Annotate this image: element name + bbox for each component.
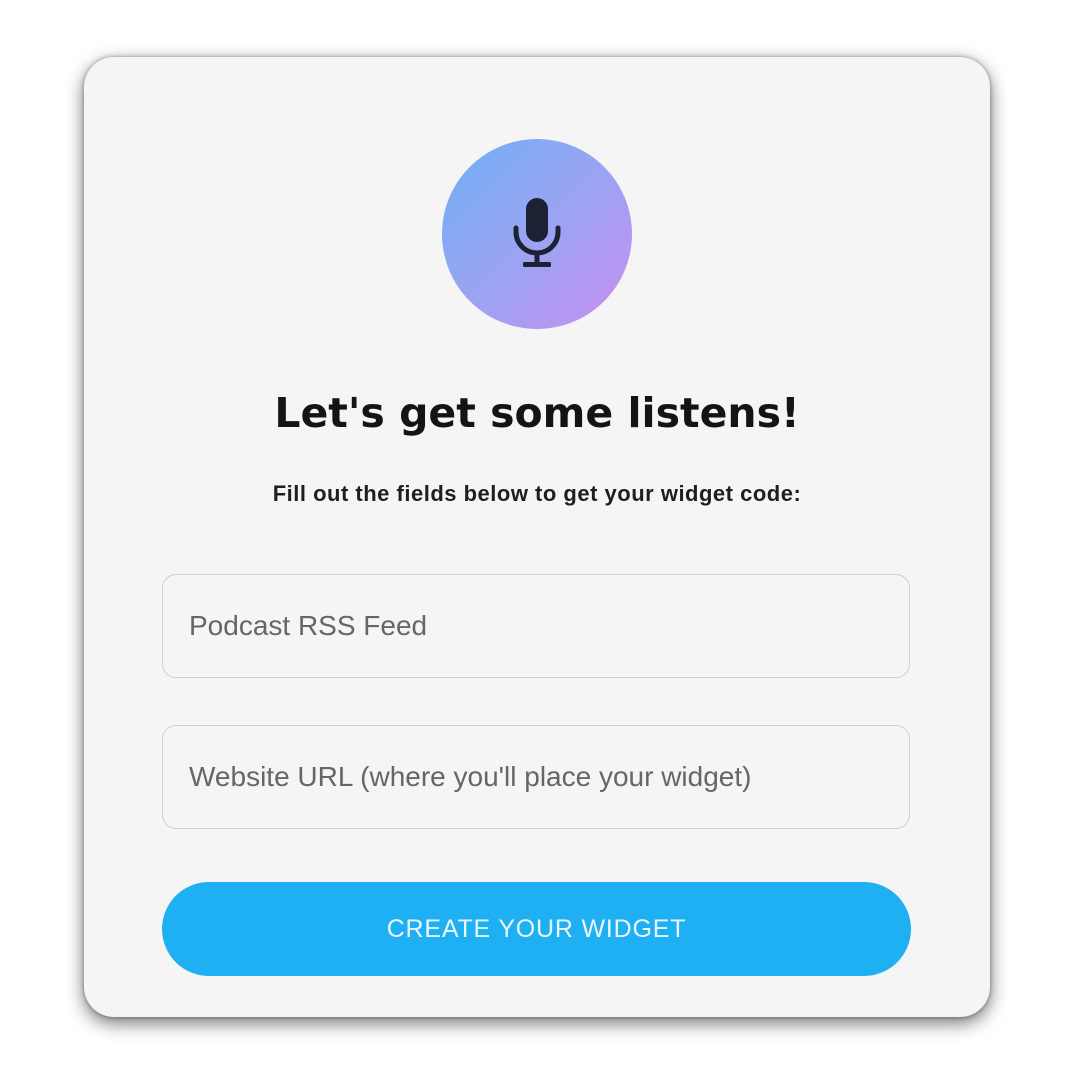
rss-feed-field-container xyxy=(162,574,910,678)
widget-signup-card: Let's get some listens! Fill out the fie… xyxy=(84,57,990,1017)
page-subtitle: Fill out the fields below to get your wi… xyxy=(272,481,802,506)
microphone-icon xyxy=(509,194,565,274)
website-url-input[interactable] xyxy=(163,726,909,828)
page-title: Let's get some listens! xyxy=(274,389,800,437)
rss-feed-input[interactable] xyxy=(163,575,909,677)
website-url-field-container xyxy=(162,725,910,829)
create-widget-button[interactable]: CREATE YOUR WIDGET xyxy=(162,882,911,976)
podcast-avatar xyxy=(442,139,632,329)
